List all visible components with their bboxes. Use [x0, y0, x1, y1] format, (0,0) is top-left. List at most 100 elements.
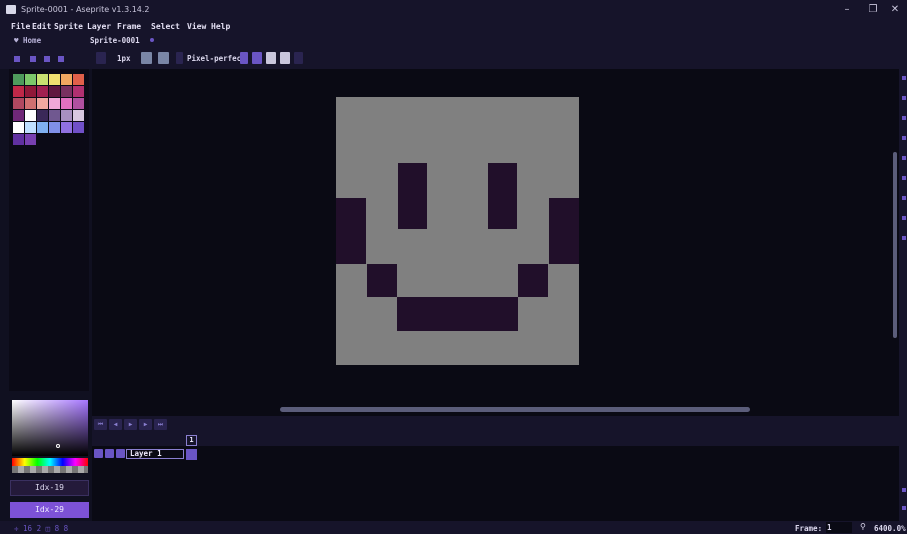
palette-swatch[interactable]	[37, 122, 48, 133]
pixel-left-eye	[398, 163, 427, 229]
palette-swatch[interactable]	[25, 134, 36, 145]
eraser-tool-icon[interactable]	[902, 116, 906, 120]
pixel-left-cheek	[336, 198, 366, 264]
menu-file[interactable]: File	[11, 22, 30, 31]
palette-swatch[interactable]	[49, 110, 60, 121]
palette-swatch[interactable]	[37, 74, 48, 85]
tab-sprite[interactable]: Sprite-0001	[90, 36, 140, 45]
cel-frame-1[interactable]	[186, 449, 197, 460]
menu-frame[interactable]: Frame	[117, 22, 141, 31]
palette-swatch[interactable]	[61, 86, 72, 97]
sprite-canvas[interactable]	[336, 97, 579, 365]
previous-frame-icon[interactable]: ◀	[109, 419, 122, 430]
color-picker-cursor[interactable]	[56, 444, 60, 448]
pixel-right-cheek	[549, 198, 579, 264]
alpha-slider[interactable]	[12, 466, 88, 473]
palette-swatch[interactable]	[13, 86, 24, 97]
continuous-icon[interactable]	[116, 449, 125, 458]
palette-swatch[interactable]	[73, 86, 84, 97]
frame-number-header[interactable]: 1	[186, 435, 197, 446]
more-options-icon[interactable]	[294, 52, 303, 64]
palette-swatch[interactable]	[73, 122, 84, 133]
rotation-icon[interactable]	[252, 52, 262, 64]
menu-layer[interactable]: Layer	[87, 22, 111, 31]
palette-swatch[interactable]	[25, 74, 36, 85]
brush-type-icon[interactable]	[96, 52, 106, 64]
symmetry-icon[interactable]	[240, 52, 248, 64]
palette-swatch[interactable]	[49, 74, 60, 85]
move-tool-icon[interactable]	[902, 176, 906, 180]
palette-swatch[interactable]	[25, 110, 36, 121]
palette-swatch[interactable]	[49, 86, 60, 97]
tab-bar: ♥ Home Sprite-0001	[0, 34, 907, 47]
ink-icon[interactable]	[141, 52, 152, 64]
palette-swatch[interactable]	[61, 74, 72, 85]
palette-swatch[interactable]	[25, 86, 36, 97]
fill-tool-icon[interactable]	[902, 196, 906, 200]
palette-swatch[interactable]	[13, 134, 24, 145]
palette-swatch[interactable]	[61, 122, 72, 133]
palette-swatch[interactable]	[61, 110, 72, 121]
palette-swatch[interactable]	[73, 74, 84, 85]
palette-swatch[interactable]	[61, 98, 72, 109]
timeline-toggle-icon[interactable]	[902, 506, 906, 510]
pixel-mouth	[397, 297, 518, 331]
flip-horizontal-icon[interactable]	[266, 52, 276, 64]
marquee-tool-icon[interactable]	[902, 76, 906, 80]
pixel-perfect-checkbox[interactable]	[176, 52, 183, 64]
folder-icon[interactable]	[44, 56, 50, 62]
palette-swatch[interactable]	[37, 110, 48, 121]
next-frame-icon[interactable]: ▶	[139, 419, 152, 430]
vertical-scrollbar[interactable]	[893, 152, 897, 338]
palette-swatch[interactable]	[13, 98, 24, 109]
palette-swatch[interactable]	[13, 110, 24, 121]
minimize-button[interactable]: –	[836, 3, 858, 17]
menu-view[interactable]: View	[187, 22, 206, 31]
palette-swatch[interactable]	[25, 98, 36, 109]
pixel-right-eye	[488, 163, 517, 229]
gradient-tool-icon[interactable]	[902, 216, 906, 220]
menu-sprite[interactable]: Sprite	[54, 22, 83, 31]
brush-size-value[interactable]: 1px	[117, 54, 131, 63]
zoom-tool-icon[interactable]	[902, 156, 906, 160]
palette-swatch[interactable]	[73, 110, 84, 121]
zoom-icon[interactable]: ⚲	[860, 522, 866, 531]
menu-select[interactable]: Select	[151, 22, 180, 31]
foreground-color-button[interactable]: Idx-19	[10, 480, 89, 496]
palette-swatch[interactable]	[73, 98, 84, 109]
sort-icon[interactable]	[30, 56, 36, 62]
palette-swatch[interactable]	[25, 122, 36, 133]
layer-lock-icon[interactable]	[105, 449, 114, 458]
options-icon[interactable]	[58, 56, 64, 62]
menu-edit[interactable]: Edit	[32, 22, 51, 31]
preview-icon[interactable]	[902, 488, 906, 492]
last-frame-icon[interactable]: ⏭	[154, 419, 167, 430]
menu-help[interactable]: Help	[211, 22, 230, 31]
palette-swatch[interactable]	[49, 122, 60, 133]
zoom-value[interactable]: 6400.0%	[874, 524, 906, 533]
background-color-button[interactable]: Idx-29	[10, 502, 89, 518]
first-frame-icon[interactable]: ⏮	[94, 419, 107, 430]
close-button[interactable]: ✕	[884, 3, 906, 17]
pencil-tool-icon[interactable]	[902, 96, 906, 100]
play-icon[interactable]: ▶	[124, 419, 137, 430]
eyedropper-tool-icon[interactable]	[902, 136, 906, 140]
layer-name[interactable]: Layer 1	[126, 449, 184, 459]
maximize-button[interactable]: ❐	[862, 3, 884, 17]
palette-swatch[interactable]	[37, 86, 48, 97]
palette-swatch[interactable]	[13, 74, 24, 85]
hue-slider[interactable]	[12, 458, 88, 466]
color-spectrum[interactable]	[12, 400, 88, 456]
window-title: Sprite-0001 - Aseprite v1.3.14.2	[21, 5, 150, 14]
timeline-controls	[92, 416, 899, 434]
flip-vertical-icon[interactable]	[280, 52, 290, 64]
lock-icon[interactable]	[14, 56, 20, 62]
palette-swatch[interactable]	[37, 98, 48, 109]
line-tool-icon[interactable]	[902, 236, 906, 240]
palette-swatch[interactable]	[13, 122, 24, 133]
visibility-icon[interactable]	[94, 449, 103, 458]
frame-input[interactable]: 1	[826, 522, 852, 533]
blend-icon[interactable]	[158, 52, 169, 64]
tab-home[interactable]: ♥ Home	[14, 36, 41, 45]
palette-swatch[interactable]	[49, 98, 60, 109]
